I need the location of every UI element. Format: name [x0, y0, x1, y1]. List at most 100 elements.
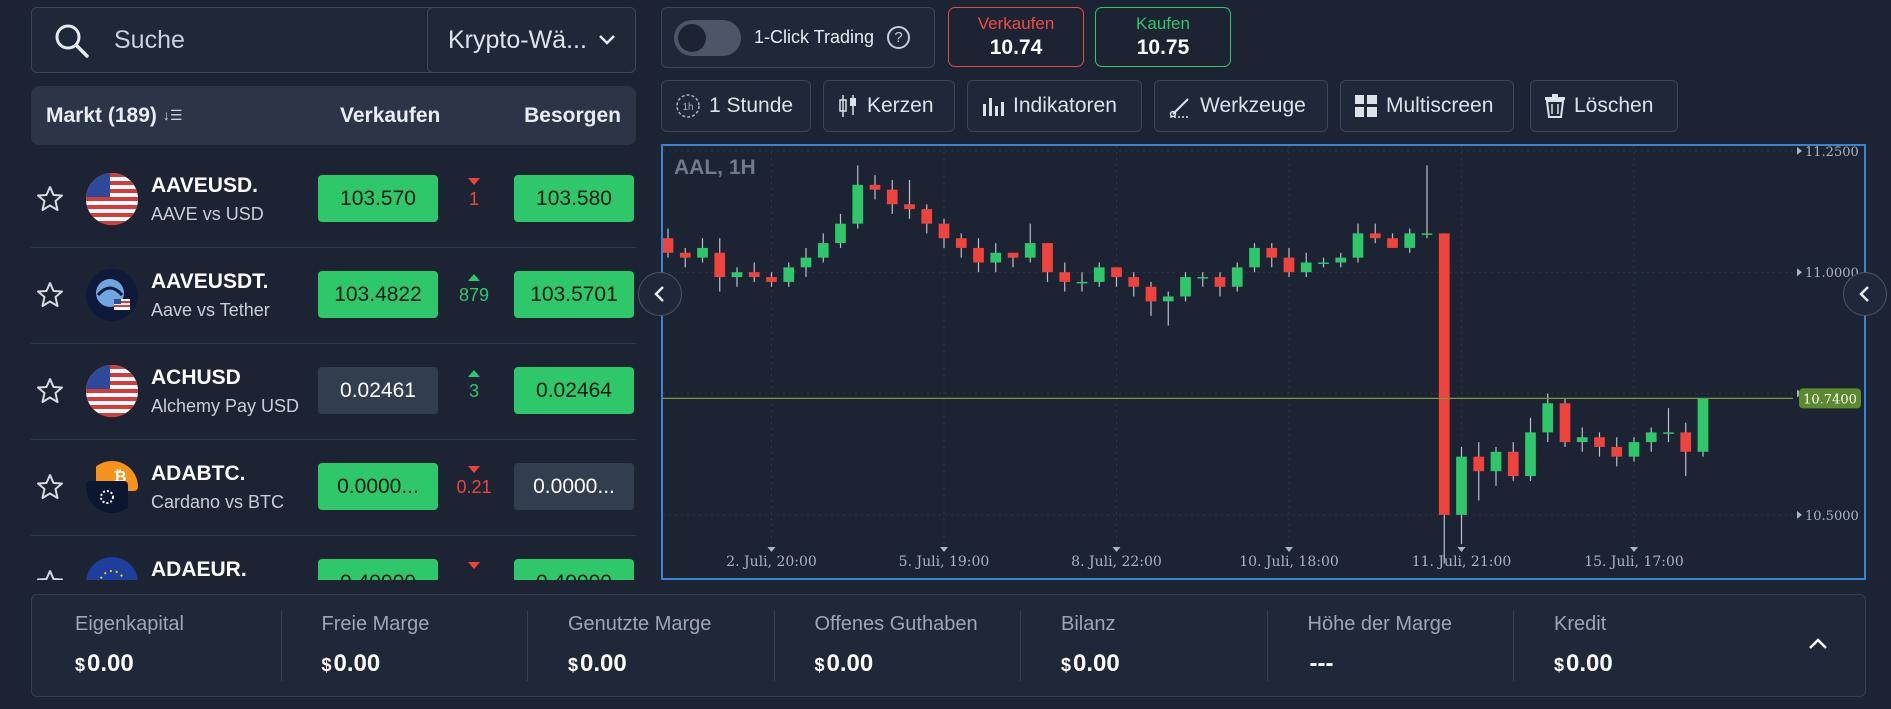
candle-body — [835, 223, 846, 244]
chart-canvas[interactable]: 11.250011.000010.750010.50002. Juli, 20:… — [663, 146, 1864, 578]
candle-body — [1594, 437, 1605, 447]
search-input[interactable]: Suche — [31, 7, 442, 73]
x-tick-marker — [1112, 547, 1121, 552]
indicators-label: Indikatoren — [1013, 94, 1117, 117]
candle-body — [1369, 233, 1381, 239]
stat-amount: 0.00 — [826, 650, 874, 677]
market-row[interactable]: AAVEUSDT. Aave vs Tether 103.4822 879 103.57… — [31, 248, 636, 344]
tools-button[interactable]: Werkzeuge — [1154, 80, 1328, 132]
candle-body — [1404, 233, 1416, 248]
indicators-button[interactable]: Indikatoren — [967, 80, 1142, 132]
star-icon[interactable] — [35, 376, 65, 406]
sell-button[interactable]: Verkaufen 10.74 — [948, 7, 1084, 67]
chart-type-button[interactable]: Kerzen — [823, 80, 955, 132]
candle-body — [697, 247, 708, 258]
buy-column-header: Besorgen — [524, 103, 621, 127]
stat-amount: 0.00 — [333, 650, 381, 677]
buy-button-price: 10.75 — [1136, 36, 1190, 59]
sell-column-header: Verkaufen — [340, 103, 441, 127]
stat-currency: $ — [1061, 655, 1072, 675]
market-row[interactable]: ADAEUR. 0.40000 0.40000 — [31, 536, 636, 580]
candle-body — [1093, 267, 1105, 282]
row-sell-price-button[interactable]: 0.40000 — [318, 559, 438, 580]
candle-body — [783, 267, 795, 282]
candle-body — [766, 277, 777, 282]
sort-icon[interactable]: ↓☰ — [163, 107, 183, 124]
market-column-header[interactable]: Markt (189) ↓☰ — [46, 104, 182, 128]
star-icon[interactable] — [35, 184, 65, 214]
candle-body — [1024, 243, 1036, 258]
stat-divider — [1513, 611, 1514, 681]
candle-body — [1438, 233, 1450, 515]
stat-value: $0.00 — [815, 650, 978, 678]
row-description: Aave vs Tether — [151, 300, 270, 320]
stat-label: Bilanz — [1061, 613, 1116, 635]
stat-amount: 0.00 — [87, 650, 134, 677]
side-panel-toggle-button[interactable] — [1843, 272, 1887, 316]
candle-body — [800, 257, 812, 268]
row-sell-price-button[interactable]: 103.570 — [318, 175, 438, 222]
account-stat: Offenes Guthaben $0.00 — [772, 613, 978, 683]
candle-body — [1387, 238, 1398, 248]
row-buy-price-button[interactable]: 0.0000... — [514, 463, 634, 510]
delete-button[interactable]: Löschen — [1530, 80, 1678, 132]
x-tick-marker — [1630, 547, 1638, 552]
row-symbol: AAVEUSDT. — [151, 270, 269, 293]
candle-body — [1145, 286, 1157, 302]
candle-body — [852, 184, 864, 224]
market-row[interactable]: ACHUSD Alchemy Pay USD 0.02461 3 0.02464 — [31, 344, 636, 440]
buy-button[interactable]: Kaufen 10.75 — [1095, 7, 1231, 67]
x-tick-label: 15. Juli, 17:00 — [1584, 554, 1684, 570]
candle-body — [748, 272, 760, 278]
market-row[interactable]: ₿ ADABTC. Cardano vs BTC 0.0000... 0.21 0.000… — [31, 440, 636, 536]
stat-value: $0.00 — [1061, 650, 1120, 678]
market-row[interactable]: AAVEUSD. AAVE vs USD 103.570 1 103.580 — [31, 152, 636, 248]
interval-button[interactable]: 1h 1 Stunde — [661, 80, 811, 132]
candle-body — [1663, 432, 1674, 434]
indicators-icon — [983, 98, 1004, 116]
multiscreen-button[interactable]: Multiscreen — [1340, 80, 1514, 132]
row-description: AAVE vs USD — [151, 204, 264, 224]
candle-body — [1473, 456, 1485, 472]
candle-body — [1645, 432, 1657, 443]
row-change-value: 879 — [458, 285, 490, 305]
candle-body — [1128, 277, 1140, 287]
chart-scroll-left-button[interactable] — [638, 272, 682, 316]
candle-body — [1266, 247, 1278, 258]
row-sell-price-button[interactable]: 0.0000... — [318, 463, 438, 510]
stat-amount: 0.00 — [580, 650, 627, 677]
stat-currency: $ — [321, 655, 332, 675]
candle-body — [869, 184, 881, 190]
current-price-label: 10.7400 — [1803, 392, 1857, 407]
us-flag-icon — [86, 365, 138, 417]
price-chart[interactable]: 11.250011.000010.750010.50002. Juli, 20:… — [661, 144, 1866, 580]
row-change-value: 0.21 — [456, 477, 492, 497]
chevron-up-icon[interactable] — [1805, 631, 1831, 657]
row-buy-price-button[interactable]: 103.580 — [514, 175, 634, 222]
row-buy-price-button[interactable]: 0.40000 — [514, 559, 634, 580]
stat-label: Höhe der Marge — [1307, 613, 1453, 635]
row-buy-price-button[interactable]: 0.02464 — [514, 367, 634, 414]
x-tick-label: 2. Juli, 20:00 — [726, 554, 817, 570]
search-icon — [55, 24, 89, 58]
candle-body — [973, 247, 984, 263]
x-tick-marker — [767, 547, 776, 552]
row-buy-price-button[interactable]: 103.5701 — [514, 271, 634, 318]
row-sell-price-button[interactable]: 103.4822 — [318, 271, 438, 318]
help-icon[interactable]: ? — [887, 26, 911, 49]
y-tick-marker — [1797, 510, 1802, 519]
star-icon[interactable] — [35, 472, 65, 502]
stat-divider — [1020, 611, 1021, 681]
candle-body — [886, 189, 898, 205]
one-click-toggle[interactable] — [674, 19, 741, 56]
wallet-dropdown[interactable]: Krypto-Wä... — [427, 7, 636, 73]
stat-value: $0.00 — [322, 650, 430, 678]
candle-body — [904, 204, 915, 210]
candle-body — [938, 223, 950, 239]
candle-body — [714, 252, 726, 278]
star-icon[interactable] — [35, 568, 65, 580]
account-stat: Höhe der Marge --- — [1265, 613, 1453, 683]
star-icon[interactable] — [35, 280, 65, 310]
candle-body — [817, 243, 829, 258]
row-sell-price-button[interactable]: 0.02461 — [318, 367, 438, 414]
